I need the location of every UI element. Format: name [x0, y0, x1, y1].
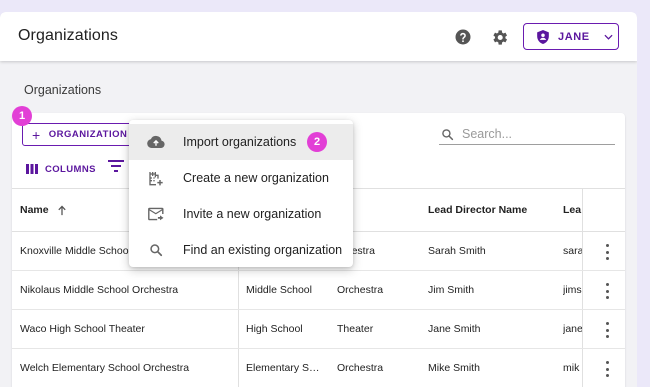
filter-icon — [108, 160, 124, 172]
cell-type: Theater — [337, 323, 374, 335]
column-divider — [238, 271, 239, 309]
table-row[interactable]: Nikolaus Middle School Orchestra Middle … — [12, 271, 625, 310]
cell-email: sara — [563, 245, 582, 257]
menu-item-label: Create a new organization — [183, 171, 329, 185]
app-bar: Organizations JANE — [0, 12, 637, 61]
cell-level: High School — [246, 323, 303, 335]
help-icon — [455, 29, 471, 45]
cell-director: Jim Smith — [428, 284, 475, 296]
column-divider — [582, 189, 583, 231]
menu-item-invite-organization[interactable]: Invite a new organization — [129, 196, 353, 232]
menu-item-label: Import organizations — [183, 135, 297, 149]
column-divider — [582, 349, 583, 387]
cell-email: jims — [563, 284, 582, 296]
user-name: JANE — [558, 30, 590, 43]
cloud-upload-icon — [147, 135, 165, 148]
column-divider — [582, 310, 583, 348]
cell-level: Middle School — [246, 284, 312, 296]
step-badge-2: 2 — [307, 132, 327, 152]
menu-item-import-organizations[interactable]: Import organizations 2 — [129, 124, 353, 160]
menu-item-label: Find an existing organization — [183, 243, 343, 257]
help-button[interactable] — [452, 26, 474, 48]
cell-type: Orchestra — [337, 284, 384, 296]
page-title: Organizations — [18, 27, 119, 44]
filter-button[interactable] — [108, 159, 124, 178]
forward-mail-icon — [147, 207, 163, 221]
cell-name: Welch Elementary School Orchestra — [20, 362, 190, 374]
cell-type: Orchestra — [337, 362, 384, 374]
column-divider — [582, 232, 583, 270]
cell-name: Nikolaus Middle School Orchestra — [20, 284, 179, 296]
menu-item-find-organization[interactable]: Find an existing organization — [129, 232, 353, 268]
table-row[interactable]: Welch Elementary School Orchestra Elemen… — [12, 349, 625, 387]
add-organization-button[interactable]: + ORGANIZATION — [22, 123, 139, 146]
add-organization-label: ORGANIZATION — [48, 129, 128, 140]
plus-icon: + — [32, 126, 41, 143]
user-menu-button[interactable]: JANE — [523, 23, 619, 50]
settings-button[interactable] — [488, 26, 510, 48]
more-vert-icon[interactable] — [604, 244, 610, 260]
columns-label: COLUMNS — [45, 163, 96, 175]
cell-name: Waco High School Theater — [20, 323, 145, 335]
search-icon — [442, 128, 454, 140]
shield-user-icon — [537, 29, 549, 44]
view-column-icon — [26, 164, 38, 174]
cell-director: Mike Smith — [428, 362, 480, 374]
more-vert-icon[interactable] — [604, 322, 610, 338]
search-field[interactable] — [439, 124, 615, 145]
columns-button[interactable]: COLUMNS — [26, 160, 96, 178]
cell-director: Jane Smith — [428, 323, 481, 335]
step-badge-1: 1 — [12, 106, 32, 126]
more-vert-icon[interactable] — [604, 283, 610, 299]
column-header-lead-director[interactable]: Lead Director Name — [428, 189, 558, 231]
cell-email: mik — [563, 362, 580, 374]
gear-icon — [492, 29, 507, 45]
search-icon — [150, 244, 163, 257]
menu-item-create-organization[interactable]: Create a new organization — [129, 160, 353, 196]
column-divider — [238, 349, 239, 387]
column-divider — [238, 310, 239, 348]
search-input[interactable] — [462, 127, 602, 141]
cell-director: Sarah Smith — [428, 245, 486, 257]
add-organization-menu: Import organizations 2 Create a new orga… — [129, 120, 353, 267]
cell-level: Elementary S… — [246, 362, 320, 374]
menu-item-label: Invite a new organization — [183, 207, 322, 221]
domain-add-icon — [149, 172, 163, 186]
breadcrumb: Organizations — [24, 83, 102, 97]
more-vert-icon[interactable] — [604, 361, 610, 377]
cell-email: jane — [563, 323, 582, 335]
column-divider — [582, 271, 583, 309]
sort-ascending-icon[interactable] — [57, 205, 67, 216]
table-row[interactable]: Waco High School Theater High School The… — [12, 310, 625, 349]
chevron-down-icon — [604, 34, 613, 40]
